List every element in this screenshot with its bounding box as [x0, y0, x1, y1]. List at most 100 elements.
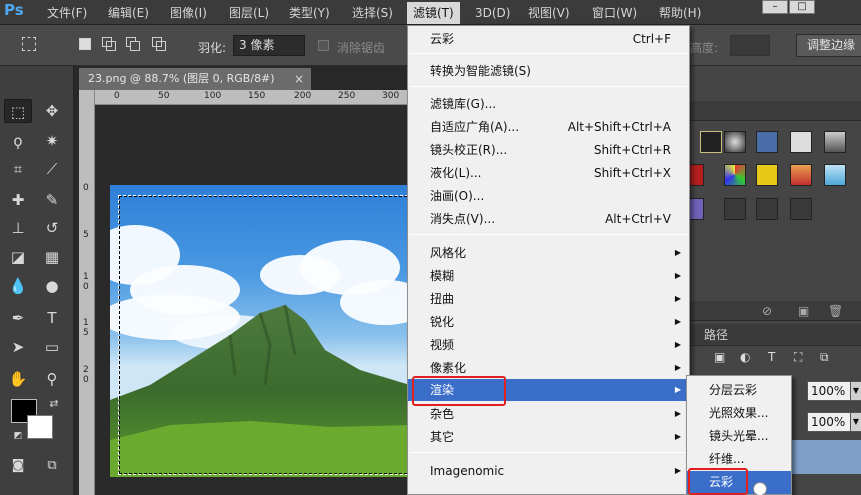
menu-item-oil-paint[interactable]: 油画(O)...	[408, 185, 689, 207]
menu-item-vanishing-point[interactable]: 消失点(V)... Alt+Ctrl+V	[408, 208, 689, 230]
new-style-icon[interactable]: ▣	[798, 304, 809, 318]
lock-pixels-icon[interactable]: ▣	[714, 350, 725, 364]
menu-item-liquify[interactable]: 液化(L)... Shift+Ctrl+X	[408, 162, 689, 184]
menu-item-last-filter[interactable]: 云彩 Ctrl+F	[408, 28, 689, 50]
intersect-selection-icon[interactable]	[152, 37, 168, 53]
style-swatch[interactable]	[700, 131, 722, 153]
lasso-tool-icon[interactable]: ϙ	[4, 129, 32, 153]
dodge-tool-icon[interactable]: ●	[38, 274, 66, 298]
menu-item-lens-correction[interactable]: 镜头校正(R)... Shift+Ctrl+R	[408, 139, 689, 161]
antialias-checkbox[interactable]	[318, 40, 329, 51]
menu-select[interactable]: 选择(S)	[352, 4, 393, 22]
feather-input[interactable]: 3 像素	[233, 35, 305, 56]
menu-item-adaptive-wide-angle[interactable]: 自适应广角(A)... Alt+Shift+Ctrl+A	[408, 116, 689, 138]
opacity-input[interactable]: 100%	[807, 381, 851, 401]
hand-tool-icon[interactable]: ✋	[4, 367, 32, 391]
menu-item-convert-smart-filter[interactable]: 转换为智能滤镜(S)	[408, 60, 689, 82]
style-swatch[interactable]	[756, 164, 778, 186]
menu-layer[interactable]: 图层(L)	[229, 4, 269, 22]
menu-edit[interactable]: 编辑(E)	[108, 4, 149, 22]
style-swatch[interactable]	[790, 164, 812, 186]
menu-item-label: 油画(O)...	[430, 189, 485, 203]
style-swatch[interactable]	[790, 131, 812, 153]
swap-colors-icon[interactable]: ⇄	[40, 392, 68, 416]
style-swatch[interactable]	[688, 198, 704, 220]
type-tool-icon[interactable]: T	[38, 306, 66, 330]
gradient-tool-icon[interactable]: ▦	[38, 245, 66, 269]
eraser-tool-icon[interactable]: ◪	[4, 245, 32, 269]
blur-tool-icon[interactable]: 💧	[4, 274, 32, 298]
lock-position-icon[interactable]: ◐	[740, 350, 750, 364]
menu-3d[interactable]: 3D(D)	[475, 4, 510, 22]
quick-mask-icon[interactable]: ◙	[4, 454, 32, 478]
marquee-preset-icon[interactable]	[22, 37, 38, 53]
marquee-tool-icon[interactable]: ⬚	[4, 99, 32, 123]
style-swatch[interactable]	[824, 164, 846, 186]
move-tool-icon[interactable]: ✥	[38, 99, 66, 123]
crop-tool-icon[interactable]: ⌗	[4, 157, 32, 181]
menu-item-other[interactable]: 其它 ▶	[408, 426, 689, 448]
history-brush-tool-icon[interactable]: ↺	[38, 216, 66, 240]
new-selection-icon[interactable]	[78, 37, 94, 53]
magic-wand-tool-icon[interactable]: ✷	[38, 129, 66, 153]
subtract-selection-icon[interactable]	[126, 37, 142, 53]
menu-item-sharpen[interactable]: 锐化 ▶	[408, 311, 689, 333]
menu-item-imagenomic[interactable]: Imagenomic ▶	[408, 460, 689, 482]
submenu-item-lens-flare[interactable]: 镜头光晕...	[687, 425, 791, 448]
brush-tool-icon[interactable]: ✎	[38, 188, 66, 212]
style-swatch[interactable]	[790, 198, 812, 220]
minimize-button[interactable]: –	[762, 0, 788, 14]
submenu-arrow-icon: ▶	[674, 466, 681, 475]
paths-tab[interactable]: 路径	[704, 326, 728, 343]
type-filter-icon[interactable]: T	[768, 350, 775, 364]
style-swatch[interactable]	[756, 198, 778, 220]
smart-filter-icon[interactable]: ⧉	[820, 350, 829, 365]
menu-view[interactable]: 视图(V)	[528, 4, 570, 22]
style-swatch[interactable]	[756, 131, 778, 153]
menu-image[interactable]: 图像(I)	[170, 4, 207, 22]
pen-tool-icon[interactable]: ✒	[4, 306, 32, 330]
menu-window[interactable]: 窗口(W)	[592, 4, 637, 22]
fill-dropdown[interactable]: ▼	[850, 412, 861, 432]
rectangle-tool-icon[interactable]: ▭	[38, 335, 66, 359]
menu-item-distort[interactable]: 扭曲 ▶	[408, 288, 689, 310]
style-swatch[interactable]	[824, 131, 846, 153]
refine-edge-button[interactable]: 调整边缘	[796, 34, 861, 57]
antialias-label: 消除锯齿	[337, 41, 386, 55]
healing-brush-tool-icon[interactable]: ✚	[4, 188, 32, 212]
zoom-tool-icon[interactable]: ⚲	[38, 367, 66, 391]
menu-item-label: 液化(L)...	[430, 166, 482, 180]
style-swatch[interactable]	[724, 131, 746, 153]
fill-input[interactable]: 100%	[807, 412, 851, 432]
style-swatch[interactable]	[724, 198, 746, 220]
menu-separator	[410, 452, 687, 453]
eyedropper-tool-icon[interactable]: ⟋	[38, 157, 66, 181]
submenu-item-lighting-effects[interactable]: 光照效果...	[687, 402, 791, 425]
no-style-icon[interactable]: ⊘	[762, 304, 772, 318]
menu-type[interactable]: 类型(Y)	[289, 4, 330, 22]
path-selection-tool-icon[interactable]: ➤	[4, 335, 32, 359]
trash-icon[interactable]: 🗑	[828, 304, 843, 318]
clone-stamp-tool-icon[interactable]: ⊥	[4, 216, 32, 240]
menu-item-filter-gallery[interactable]: 滤镜库(G)...	[408, 93, 689, 115]
menu-item-label: 转换为智能滤镜(S)	[430, 64, 531, 78]
document-tab[interactable]: 23.png @ 88.7% (图层 0, RGB/8#) ×	[79, 68, 311, 90]
screen-mode-icon[interactable]: ⧉	[38, 454, 66, 478]
menu-filter[interactable]: 滤镜(T)	[407, 2, 460, 24]
style-swatch[interactable]	[724, 164, 746, 186]
submenu-item-difference-clouds[interactable]: 分层云彩	[687, 379, 791, 402]
menu-item-video[interactable]: 视频 ▶	[408, 334, 689, 356]
menu-item-blur[interactable]: 模糊 ▶	[408, 265, 689, 287]
style-swatch[interactable]	[688, 164, 704, 186]
menu-item-noise[interactable]: 杂色 ▶	[408, 403, 689, 425]
menu-item-stylize[interactable]: 风格化 ▶	[408, 242, 689, 264]
menu-help[interactable]: 帮助(H)	[659, 4, 701, 22]
opacity-dropdown[interactable]: ▼	[850, 381, 861, 401]
shape-filter-icon[interactable]: ⛶	[794, 350, 802, 365]
restore-button[interactable]: □	[789, 0, 815, 14]
add-selection-icon[interactable]	[102, 37, 118, 53]
menu-file[interactable]: 文件(F)	[47, 4, 87, 22]
default-colors-icon[interactable]: ◩	[4, 424, 32, 448]
close-icon[interactable]: ×	[294, 68, 304, 90]
height-input[interactable]	[730, 35, 770, 56]
